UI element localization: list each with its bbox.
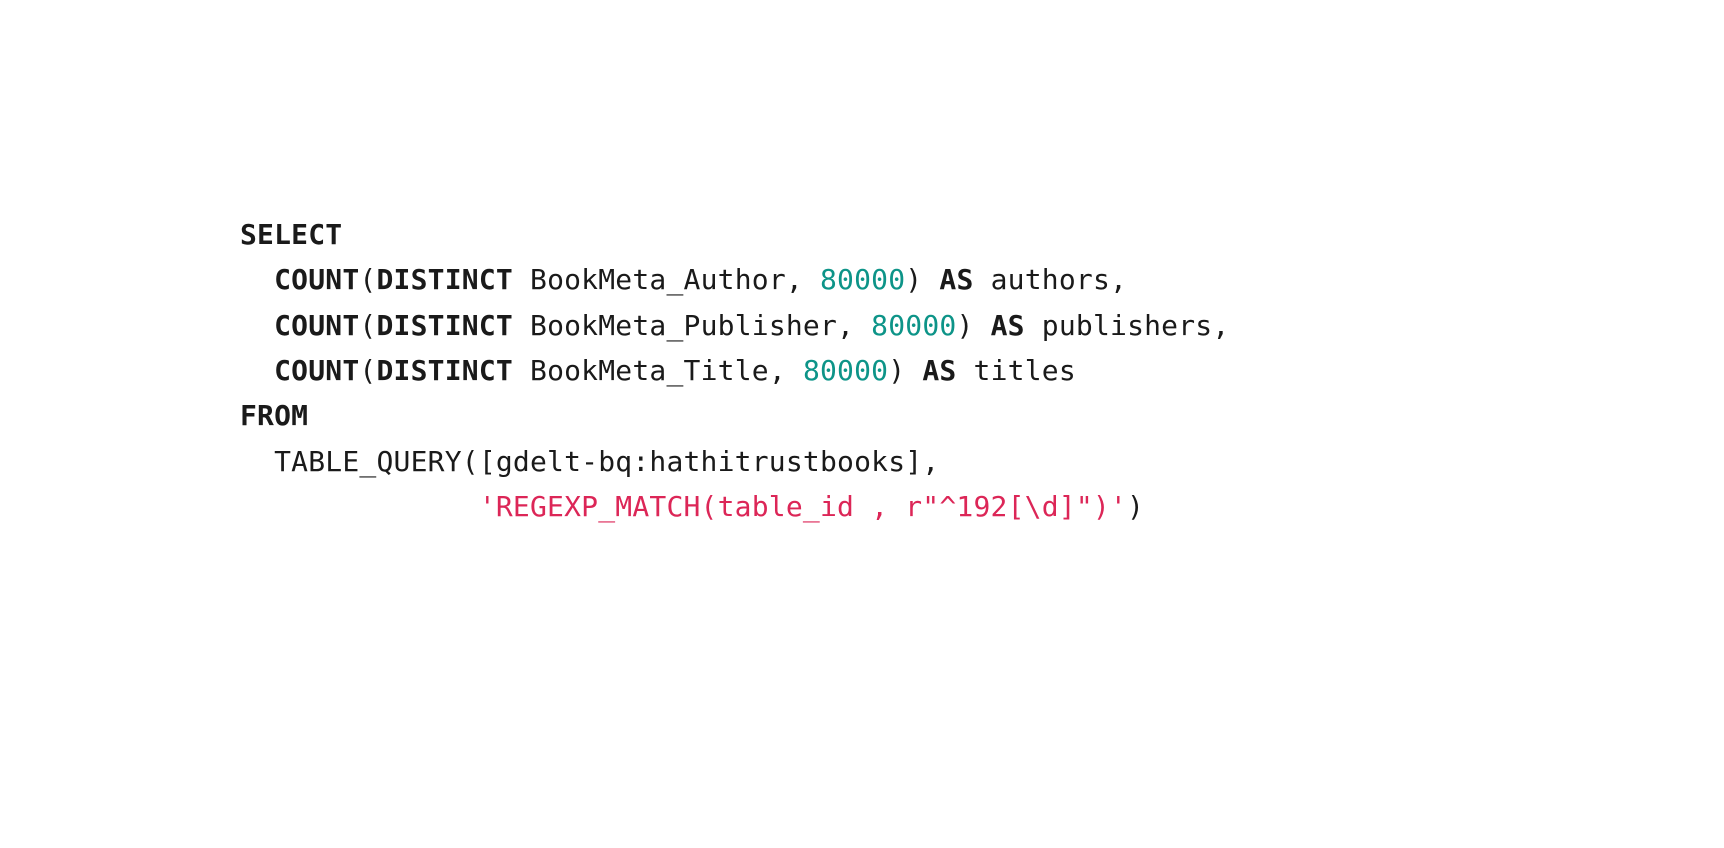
code-line-6: TABLE_QUERY([gdelt-bq:hathitrustbooks], <box>240 445 939 478</box>
table-query-call: TABLE_QUERY([gdelt-bq:hathitrustbooks], <box>274 445 939 478</box>
paren-open: ( <box>359 354 376 387</box>
paren-close: ) <box>905 263 939 296</box>
indent <box>240 354 274 387</box>
code-line-7: 'REGEXP_MATCH(table_id , r"^192[\d]")') <box>240 490 1144 523</box>
code-line-2: COUNT(DISTINCT BookMeta_Author, 80000) A… <box>240 263 1127 296</box>
sql-code-block: SELECT COUNT(DISTINCT BookMeta_Author, 8… <box>240 212 1229 530</box>
code-line-5: FROM <box>240 399 308 432</box>
keyword-as: AS <box>991 309 1025 342</box>
paren-close: ) <box>1127 490 1144 523</box>
keyword-distinct: DISTINCT <box>376 309 512 342</box>
keyword-as: AS <box>922 354 956 387</box>
code-line-3: COUNT(DISTINCT BookMeta_Publisher, 80000… <box>240 309 1229 342</box>
keyword-distinct: DISTINCT <box>376 354 512 387</box>
alias-authors: authors, <box>974 263 1128 296</box>
keyword-as: AS <box>939 263 973 296</box>
keyword-count: COUNT <box>274 354 359 387</box>
keyword-distinct: DISTINCT <box>376 263 512 296</box>
keyword-count: COUNT <box>274 263 359 296</box>
paren-open: ( <box>359 263 376 296</box>
keyword-select: SELECT <box>240 218 342 251</box>
number-literal: 80000 <box>803 354 888 387</box>
column-author: BookMeta_Author, <box>513 263 820 296</box>
code-line-4: COUNT(DISTINCT BookMeta_Title, 80000) AS… <box>240 354 1076 387</box>
string-literal: 'REGEXP_MATCH(table_id , r"^192[\d]")' <box>479 490 1127 523</box>
paren-close: ) <box>956 309 990 342</box>
alias-publishers: publishers, <box>1025 309 1230 342</box>
indent <box>240 445 274 478</box>
code-line-1: SELECT <box>240 218 342 251</box>
column-title: BookMeta_Title, <box>513 354 803 387</box>
keyword-count: COUNT <box>274 309 359 342</box>
alias-titles: titles <box>956 354 1075 387</box>
indent <box>240 263 274 296</box>
column-publisher: BookMeta_Publisher, <box>513 309 871 342</box>
indent <box>240 490 479 523</box>
keyword-from: FROM <box>240 399 308 432</box>
paren-open: ( <box>359 309 376 342</box>
indent <box>240 309 274 342</box>
number-literal: 80000 <box>871 309 956 342</box>
number-literal: 80000 <box>820 263 905 296</box>
paren-close: ) <box>888 354 922 387</box>
